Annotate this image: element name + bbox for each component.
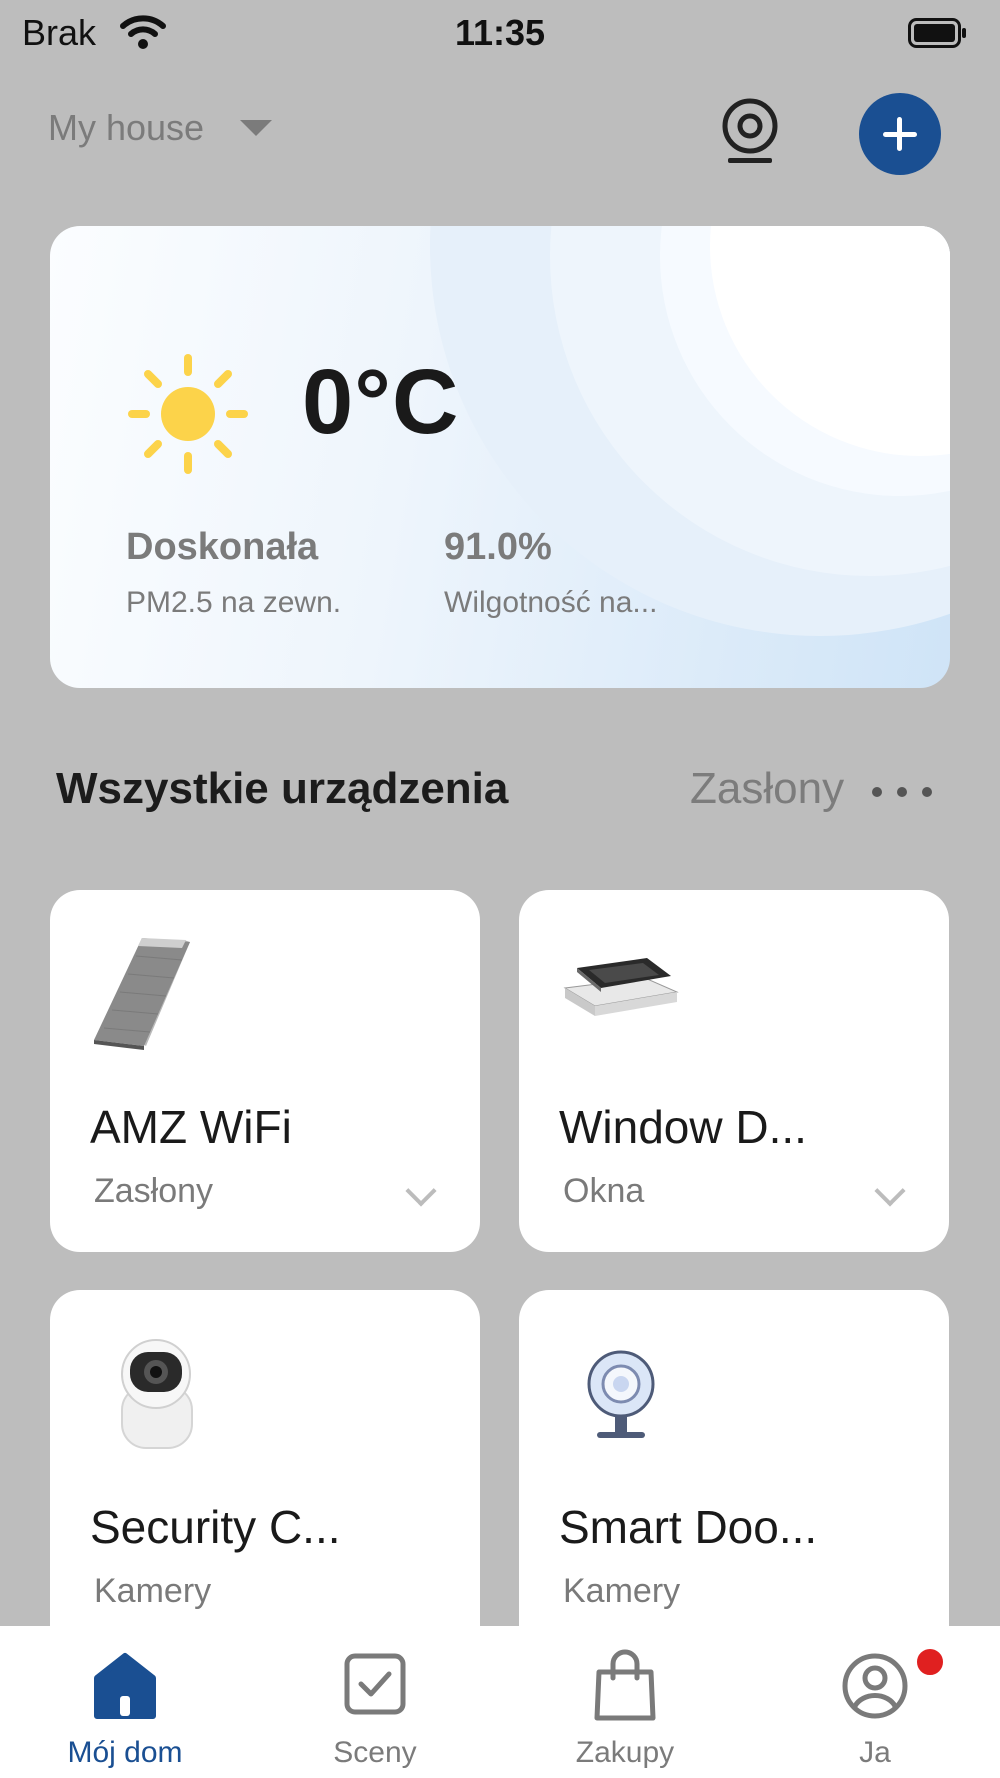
status-bar: Brak 11:35 [0,0,1000,70]
tab-shopping[interactable]: Zakupy [500,1626,750,1778]
device-category: Kamery [94,1572,212,1610]
battery-icon [908,18,966,48]
scenes-checkbox-icon [344,1653,406,1715]
device-name: Security C... [90,1501,341,1553]
filter-tab-zaslony[interactable]: Zasłony [690,764,860,814]
camera-view-button[interactable] [716,96,784,166]
humidity-label: Wilgotność na... [444,586,658,619]
tab-label: Zakupy [575,1736,675,1769]
shopping-bag-icon [594,1649,656,1721]
notification-badge [914,1646,946,1678]
house-name: My house [48,107,205,148]
tab-me[interactable]: Ja [750,1626,1000,1778]
weather-card[interactable]: 0°C Doskonała PM2.5 na zewn. 91.0% Wilgo… [50,226,950,688]
device-card[interactable]: Security C... Kamery [50,1290,480,1670]
roller-shutter-icon [94,938,190,1050]
more-options-button[interactable] [872,782,932,802]
device-category: Okna [563,1172,645,1210]
caret-down-icon [240,120,273,136]
tab-label: Ja [859,1736,891,1769]
home-icon [94,1653,156,1719]
device-name: AMZ WiFi [90,1101,292,1153]
tab-my-home[interactable]: Mój dom [0,1626,250,1778]
device-category: Zasłony [94,1172,214,1210]
tab-bar: Mój dom Sceny Zakupy Ja [0,1626,1000,1778]
device-name: Window D... [559,1101,807,1153]
chevron-down-icon[interactable] [405,1175,437,1207]
add-device-button[interactable] [859,93,941,175]
clock: 11:35 [454,12,546,53]
security-camera-icon [121,1339,193,1449]
house-selector[interactable]: My house [48,100,273,156]
device-category: Kamery [563,1572,681,1610]
tab-label: Sceny [333,1736,417,1769]
air-quality-label: PM2.5 na zewn. [126,586,342,619]
window-icon [563,958,679,1016]
temperature: 0°C [302,351,460,453]
tab-scenes[interactable]: Sceny [250,1626,500,1778]
webcam-icon [587,1350,655,1438]
humidity-value: 91.0% [444,526,552,568]
profile-icon [842,1653,908,1719]
device-card[interactable]: Smart Doo... Kamery [519,1290,949,1670]
section-title: Wszystkie urządzenia [56,764,509,813]
device-card[interactable]: AMZ WiFi Zasłony [50,890,480,1252]
dot-icon [897,787,907,797]
dot-icon [922,787,932,797]
device-name: Smart Doo... [559,1501,818,1553]
air-quality-value: Doskonała [126,526,319,568]
sun-icon [128,354,248,474]
chevron-down-icon[interactable] [874,1175,906,1207]
dot-icon [872,787,882,797]
tab-label: Mój dom [67,1736,183,1769]
device-card[interactable]: Window D... Okna [519,890,949,1252]
